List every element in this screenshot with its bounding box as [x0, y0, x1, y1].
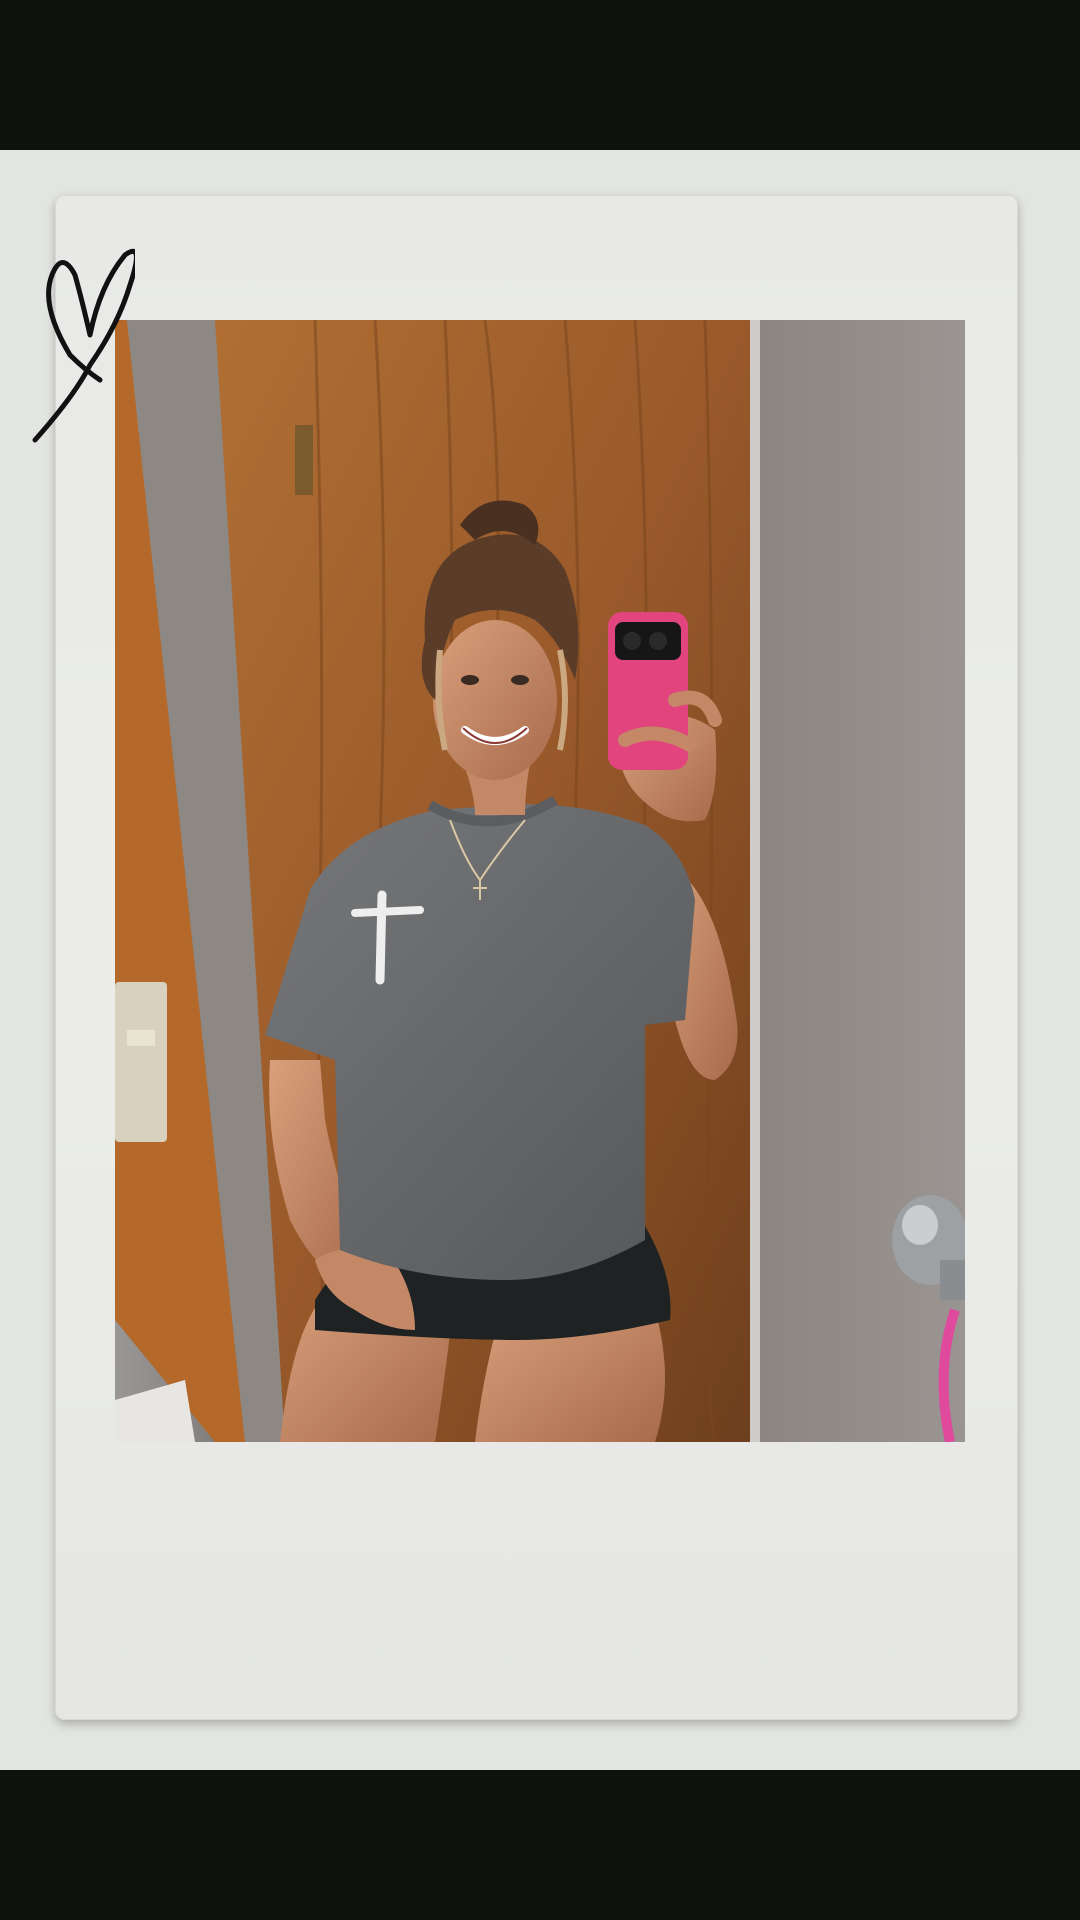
letterbox-top	[0, 0, 1080, 150]
letterbox-bottom	[0, 1770, 1080, 1920]
photo	[115, 320, 965, 1442]
face	[433, 620, 557, 780]
photo-illustration	[115, 320, 965, 1442]
light-switch-plate	[115, 982, 167, 1142]
door-hinge	[295, 425, 313, 495]
heart-doodle-icon	[32, 248, 135, 443]
